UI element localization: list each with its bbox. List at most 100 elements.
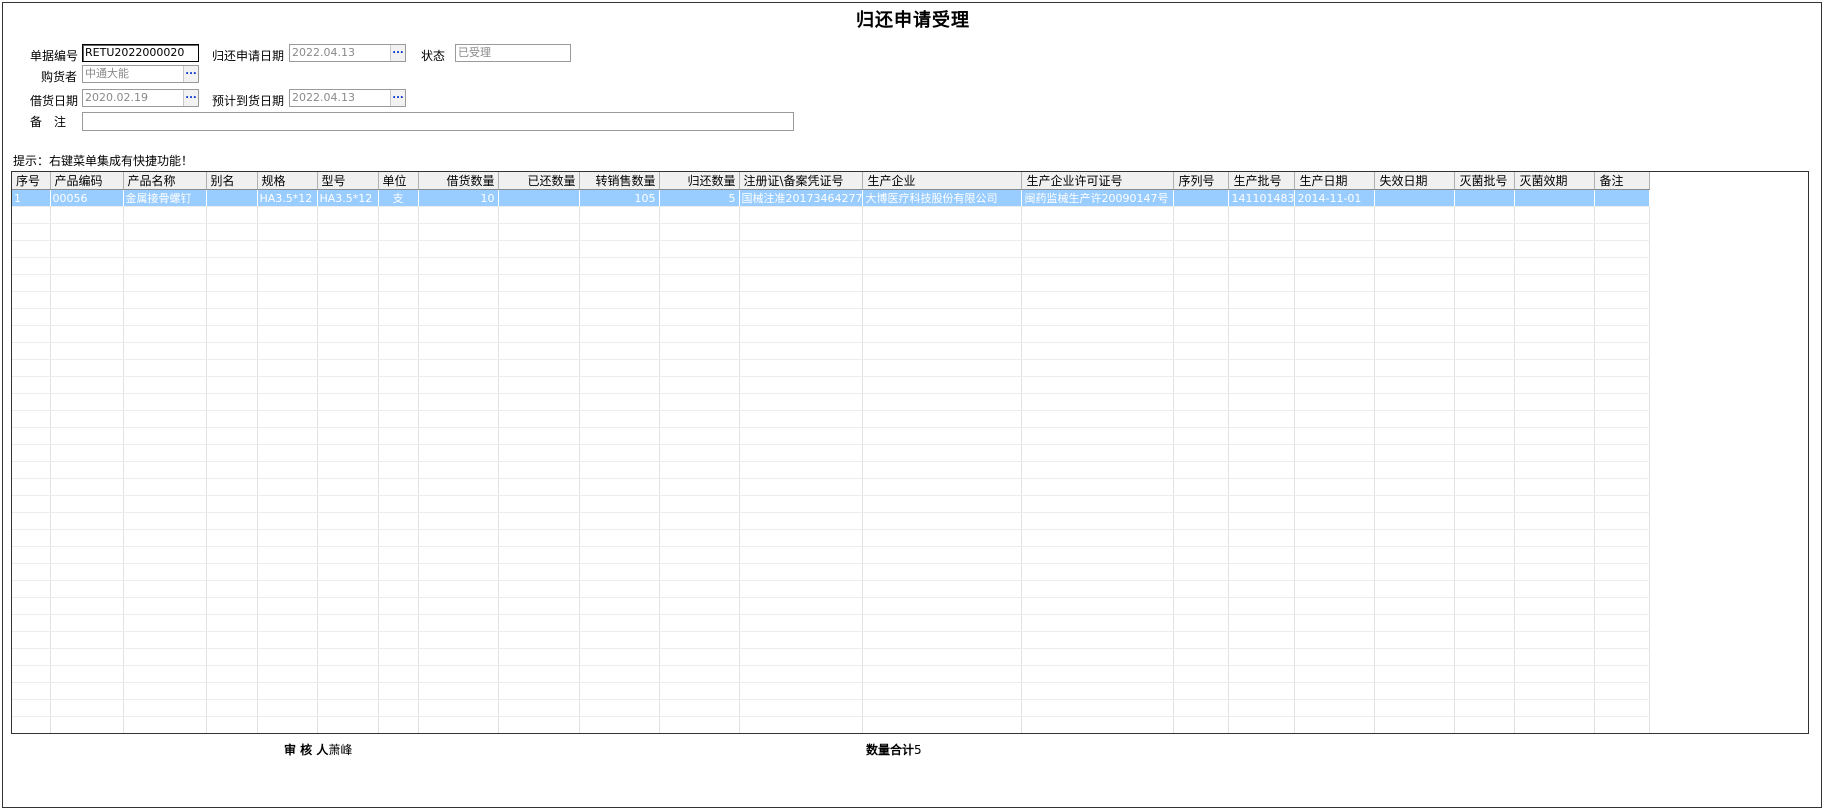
empty-cell[interactable] (659, 461, 740, 479)
empty-cell[interactable] (1294, 580, 1376, 598)
empty-cell[interactable] (1228, 478, 1296, 496)
empty-cell[interactable] (579, 359, 660, 377)
empty-cell[interactable] (1514, 240, 1596, 258)
empty-cell[interactable] (739, 291, 864, 309)
empty-cell[interactable] (1374, 546, 1456, 564)
empty-cell[interactable] (317, 734, 378, 735)
empty-cell[interactable] (1374, 478, 1456, 496)
empty-cell[interactable] (1454, 410, 1516, 428)
empty-row[interactable] (12, 257, 1651, 275)
remark-field[interactable] (82, 112, 794, 131)
empty-cell[interactable] (1294, 512, 1376, 530)
empty-cell[interactable] (1374, 682, 1456, 700)
empty-cell[interactable] (862, 257, 1023, 275)
empty-cell[interactable] (123, 376, 207, 394)
doc-no-field[interactable]: RETU2022000020 (82, 44, 199, 62)
empty-cell[interactable] (206, 257, 258, 275)
empty-cell[interactable] (418, 716, 499, 733)
empty-cell[interactable] (378, 291, 419, 309)
empty-cell[interactable] (378, 546, 419, 564)
empty-cell[interactable] (317, 648, 379, 666)
empty-cell[interactable] (12, 614, 51, 632)
empty-cell[interactable] (378, 614, 419, 632)
empty-cell[interactable] (1594, 631, 1651, 649)
empty-cell[interactable] (418, 291, 499, 309)
empty-cell[interactable] (498, 461, 580, 479)
empty-cell[interactable] (739, 325, 864, 343)
empty-cell[interactable] (1228, 257, 1296, 275)
empty-cell[interactable] (1173, 359, 1230, 377)
empty-cell[interactable] (1173, 682, 1230, 700)
empty-cell[interactable] (1594, 648, 1651, 666)
empty-cell[interactable] (1228, 240, 1296, 258)
empty-cell[interactable] (1594, 308, 1651, 326)
buyer-picker-button[interactable]: ... (183, 66, 198, 82)
empty-row[interactable] (12, 597, 1651, 615)
empty-cell[interactable] (863, 734, 1022, 735)
empty-cell[interactable] (1374, 614, 1456, 632)
empty-cell[interactable] (659, 427, 740, 445)
empty-cell[interactable] (739, 699, 864, 717)
empty-cell[interactable] (12, 648, 51, 666)
empty-cell[interactable] (659, 274, 740, 292)
empty-cell[interactable] (123, 478, 207, 496)
empty-cell[interactable] (498, 631, 580, 649)
empty-cell[interactable] (498, 240, 580, 258)
empty-cell[interactable] (1294, 682, 1376, 700)
empty-cell[interactable] (378, 734, 418, 735)
empty-cell[interactable] (50, 206, 124, 224)
empty-cell[interactable] (1294, 478, 1376, 496)
table-cell[interactable]: 金属接骨螺钉 (123, 189, 207, 207)
empty-cell[interactable] (257, 580, 318, 598)
empty-cell[interactable] (123, 682, 207, 700)
empty-cell[interactable] (1229, 734, 1295, 735)
empty-cell[interactable] (498, 682, 580, 700)
empty-cell[interactable] (123, 699, 207, 717)
empty-cell[interactable] (1294, 495, 1376, 513)
empty-cell[interactable] (862, 563, 1023, 581)
empty-row[interactable] (12, 495, 1651, 513)
empty-cell[interactable] (1173, 393, 1230, 411)
empty-cell[interactable] (1594, 325, 1651, 343)
empty-cell[interactable] (317, 410, 379, 428)
column-header[interactable]: 产品名称 (123, 172, 207, 190)
empty-cell[interactable] (1173, 631, 1230, 649)
empty-cell[interactable] (378, 512, 419, 530)
empty-cell[interactable] (1514, 325, 1596, 343)
empty-cell[interactable] (498, 427, 580, 445)
empty-cell[interactable] (579, 461, 660, 479)
empty-cell[interactable] (418, 478, 499, 496)
empty-cell[interactable] (418, 461, 499, 479)
empty-cell[interactable] (1294, 427, 1376, 445)
empty-cell[interactable] (1514, 699, 1596, 717)
empty-cell[interactable] (1173, 257, 1230, 275)
empty-cell[interactable] (12, 716, 51, 733)
empty-row[interactable] (12, 206, 1651, 224)
empty-cell[interactable] (1514, 597, 1596, 615)
empty-cell[interactable] (659, 206, 740, 224)
empty-cell[interactable] (206, 308, 258, 326)
empty-cell[interactable] (1374, 308, 1456, 326)
empty-cell[interactable] (317, 342, 379, 360)
empty-cell[interactable] (1173, 716, 1230, 733)
empty-cell[interactable] (12, 699, 51, 717)
empty-cell[interactable] (1454, 682, 1516, 700)
empty-cell[interactable] (739, 274, 864, 292)
empty-cell[interactable] (1454, 478, 1516, 496)
empty-cell[interactable] (862, 342, 1023, 360)
empty-cell[interactable] (1294, 648, 1376, 666)
empty-cell[interactable] (50, 512, 124, 530)
empty-cell[interactable] (1228, 682, 1296, 700)
empty-cell[interactable] (659, 631, 740, 649)
empty-cell[interactable] (1374, 223, 1456, 241)
empty-cell[interactable] (123, 274, 207, 292)
empty-cell[interactable] (1374, 495, 1456, 513)
empty-cell[interactable] (579, 682, 660, 700)
empty-cell[interactable] (1454, 444, 1516, 462)
empty-cell[interactable] (50, 240, 124, 258)
empty-cell[interactable] (1595, 734, 1650, 735)
empty-cell[interactable] (418, 495, 499, 513)
empty-cell[interactable] (1374, 580, 1456, 598)
empty-cell[interactable] (1021, 648, 1175, 666)
empty-cell[interactable] (1594, 495, 1651, 513)
